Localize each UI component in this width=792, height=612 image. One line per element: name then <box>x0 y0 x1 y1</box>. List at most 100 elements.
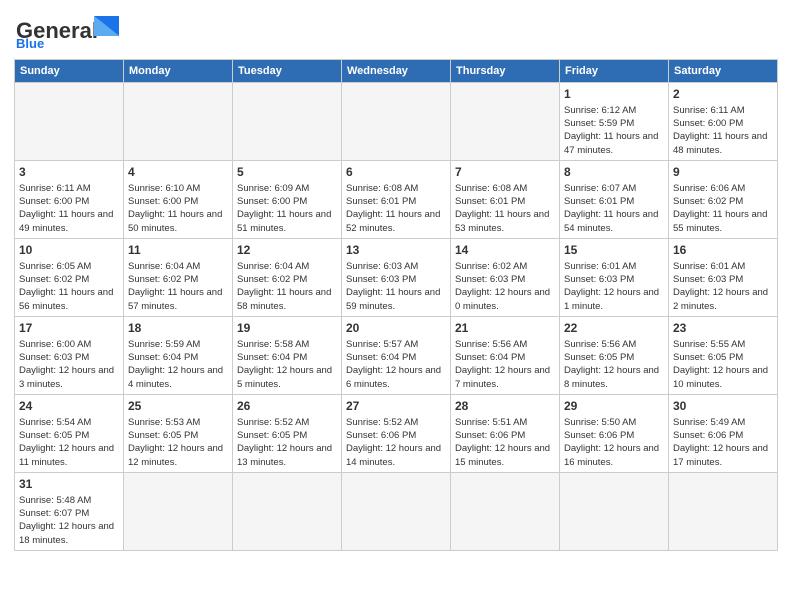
calendar-cell: 30 Sunrise: 5:49 AM Sunset: 6:06 PM Dayli… <box>669 394 778 472</box>
day-number: 3 <box>19 164 119 181</box>
logo: General General Blue <box>14 10 124 55</box>
day-info: Sunrise: 5:51 AM Sunset: 6:06 PM Dayligh… <box>455 417 550 468</box>
calendar-cell: 4 Sunrise: 6:10 AM Sunset: 6:00 PM Daylig… <box>124 160 233 238</box>
calendar-cell: 5 Sunrise: 6:09 AM Sunset: 6:00 PM Daylig… <box>233 160 342 238</box>
day-number: 20 <box>346 320 446 337</box>
calendar-cell <box>560 472 669 550</box>
day-info: Sunrise: 5:52 AM Sunset: 6:06 PM Dayligh… <box>346 417 441 468</box>
calendar-cell <box>451 83 560 161</box>
day-number: 17 <box>19 320 119 337</box>
day-info: Sunrise: 6:01 AM Sunset: 6:03 PM Dayligh… <box>564 261 659 312</box>
day-number: 9 <box>673 164 773 181</box>
calendar-cell: 12 Sunrise: 6:04 AM Sunset: 6:02 PM Dayli… <box>233 238 342 316</box>
day-info: Sunrise: 6:12 AM Sunset: 5:59 PM Dayligh… <box>564 105 658 156</box>
header: General General Blue <box>14 10 778 55</box>
calendar-cell: 9Sunrise: 6:06 AM Sunset: 6:02 PM Daylig… <box>669 160 778 238</box>
day-info: Sunrise: 6:09 AM Sunset: 6:00 PM Dayligh… <box>237 183 331 234</box>
header-row: SundayMondayTuesdayWednesdayThursdayFrid… <box>15 60 778 83</box>
day-number: 5 <box>237 164 337 181</box>
day-info: Sunrise: 5:48 AM Sunset: 6:07 PM Dayligh… <box>19 495 114 546</box>
calendar-cell: 2Sunrise: 6:11 AM Sunset: 6:00 PM Daylig… <box>669 83 778 161</box>
day-number: 21 <box>455 320 555 337</box>
calendar-cell <box>124 472 233 550</box>
calendar-cell <box>124 83 233 161</box>
day-number: 24 <box>19 398 119 415</box>
day-number: 7 <box>455 164 555 181</box>
calendar-cell: 25 Sunrise: 5:53 AM Sunset: 6:05 PM Dayli… <box>124 394 233 472</box>
day-info: Sunrise: 6:04 AM Sunset: 6:02 PM Dayligh… <box>128 261 222 312</box>
day-info: Sunrise: 5:50 AM Sunset: 6:06 PM Dayligh… <box>564 417 659 468</box>
day-info: Sunrise: 6:08 AM Sunset: 6:01 PM Dayligh… <box>346 183 440 234</box>
calendar-cell: 24 Sunrise: 5:54 AM Sunset: 6:05 PM Dayli… <box>15 394 124 472</box>
day-number: 30 <box>673 398 773 415</box>
day-number: 1 <box>564 86 664 103</box>
calendar-cell: 27 Sunrise: 5:52 AM Sunset: 6:06 PM Dayli… <box>342 394 451 472</box>
day-info: Sunrise: 5:58 AM Sunset: 6:04 PM Dayligh… <box>237 339 332 390</box>
day-number: 15 <box>564 242 664 259</box>
day-info: Sunrise: 6:00 AM Sunset: 6:03 PM Dayligh… <box>19 339 114 390</box>
day-info: Sunrise: 5:52 AM Sunset: 6:05 PM Dayligh… <box>237 417 332 468</box>
day-info: Sunrise: 6:04 AM Sunset: 6:02 PM Dayligh… <box>237 261 331 312</box>
day-number: 6 <box>346 164 446 181</box>
day-info: Sunrise: 6:10 AM Sunset: 6:00 PM Dayligh… <box>128 183 222 234</box>
header-tuesday: Tuesday <box>233 60 342 83</box>
header-sunday: Sunday <box>15 60 124 83</box>
week-row-4: 17 Sunrise: 6:00 AM Sunset: 6:03 PM Dayli… <box>15 316 778 394</box>
week-row-5: 24 Sunrise: 5:54 AM Sunset: 6:05 PM Dayli… <box>15 394 778 472</box>
calendar-cell: 7 Sunrise: 6:08 AM Sunset: 6:01 PM Daylig… <box>451 160 560 238</box>
calendar-cell: 16 Sunrise: 6:01 AM Sunset: 6:03 PM Dayli… <box>669 238 778 316</box>
day-info: Sunrise: 5:49 AM Sunset: 6:06 PM Dayligh… <box>673 417 768 468</box>
day-number: 4 <box>128 164 228 181</box>
calendar-cell <box>342 83 451 161</box>
calendar-cell: 1 Sunrise: 6:12 AM Sunset: 5:59 PM Daylig… <box>560 83 669 161</box>
header-wednesday: Wednesday <box>342 60 451 83</box>
day-number: 23 <box>673 320 773 337</box>
day-number: 16 <box>673 242 773 259</box>
calendar-table: SundayMondayTuesdayWednesdayThursdayFrid… <box>14 59 778 551</box>
calendar-cell <box>669 472 778 550</box>
day-info: Sunrise: 5:59 AM Sunset: 6:04 PM Dayligh… <box>128 339 223 390</box>
logo-text: General General Blue <box>14 10 124 55</box>
day-number: 12 <box>237 242 337 259</box>
calendar-cell: 29Sunrise: 5:50 AM Sunset: 6:06 PM Dayli… <box>560 394 669 472</box>
day-info: Sunrise: 6:08 AM Sunset: 6:01 PM Dayligh… <box>455 183 549 234</box>
calendar-cell <box>15 83 124 161</box>
day-info: Sunrise: 5:56 AM Sunset: 6:05 PM Dayligh… <box>564 339 659 390</box>
day-number: 11 <box>128 242 228 259</box>
day-number: 2 <box>673 86 773 103</box>
calendar-cell: 8Sunrise: 6:07 AM Sunset: 6:01 PM Daylig… <box>560 160 669 238</box>
day-number: 19 <box>237 320 337 337</box>
day-info: Sunrise: 6:05 AM Sunset: 6:02 PM Dayligh… <box>19 261 113 312</box>
day-number: 22 <box>564 320 664 337</box>
calendar-cell: 28 Sunrise: 5:51 AM Sunset: 6:06 PM Dayli… <box>451 394 560 472</box>
day-number: 31 <box>19 476 119 493</box>
day-info: Sunrise: 5:54 AM Sunset: 6:05 PM Dayligh… <box>19 417 114 468</box>
day-number: 13 <box>346 242 446 259</box>
day-number: 8 <box>564 164 664 181</box>
day-info: Sunrise: 5:55 AM Sunset: 6:05 PM Dayligh… <box>673 339 768 390</box>
calendar-cell <box>233 83 342 161</box>
calendar-cell <box>451 472 560 550</box>
day-number: 27 <box>346 398 446 415</box>
header-monday: Monday <box>124 60 233 83</box>
calendar-cell: 10Sunrise: 6:05 AM Sunset: 6:02 PM Dayli… <box>15 238 124 316</box>
day-info: Sunrise: 6:01 AM Sunset: 6:03 PM Dayligh… <box>673 261 768 312</box>
calendar-cell: 3Sunrise: 6:11 AM Sunset: 6:00 PM Daylig… <box>15 160 124 238</box>
calendar-cell: 31 Sunrise: 5:48 AM Sunset: 6:07 PM Dayli… <box>15 472 124 550</box>
calendar-cell: 19 Sunrise: 5:58 AM Sunset: 6:04 PM Dayli… <box>233 316 342 394</box>
header-saturday: Saturday <box>669 60 778 83</box>
day-number: 28 <box>455 398 555 415</box>
day-info: Sunrise: 5:57 AM Sunset: 6:04 PM Dayligh… <box>346 339 441 390</box>
calendar-cell <box>233 472 342 550</box>
day-info: Sunrise: 5:56 AM Sunset: 6:04 PM Dayligh… <box>455 339 550 390</box>
day-number: 25 <box>128 398 228 415</box>
week-row-6: 31 Sunrise: 5:48 AM Sunset: 6:07 PM Dayli… <box>15 472 778 550</box>
day-info: Sunrise: 5:53 AM Sunset: 6:05 PM Dayligh… <box>128 417 223 468</box>
calendar-cell: 22 Sunrise: 5:56 AM Sunset: 6:05 PM Dayli… <box>560 316 669 394</box>
svg-text:Blue: Blue <box>16 36 44 50</box>
calendar-cell: 14Sunrise: 6:02 AM Sunset: 6:03 PM Dayli… <box>451 238 560 316</box>
day-number: 18 <box>128 320 228 337</box>
calendar-cell: 15 Sunrise: 6:01 AM Sunset: 6:03 PM Dayli… <box>560 238 669 316</box>
calendar-page: General General Blue SundayMondayTuesday… <box>0 0 792 612</box>
week-row-3: 10Sunrise: 6:05 AM Sunset: 6:02 PM Dayli… <box>15 238 778 316</box>
